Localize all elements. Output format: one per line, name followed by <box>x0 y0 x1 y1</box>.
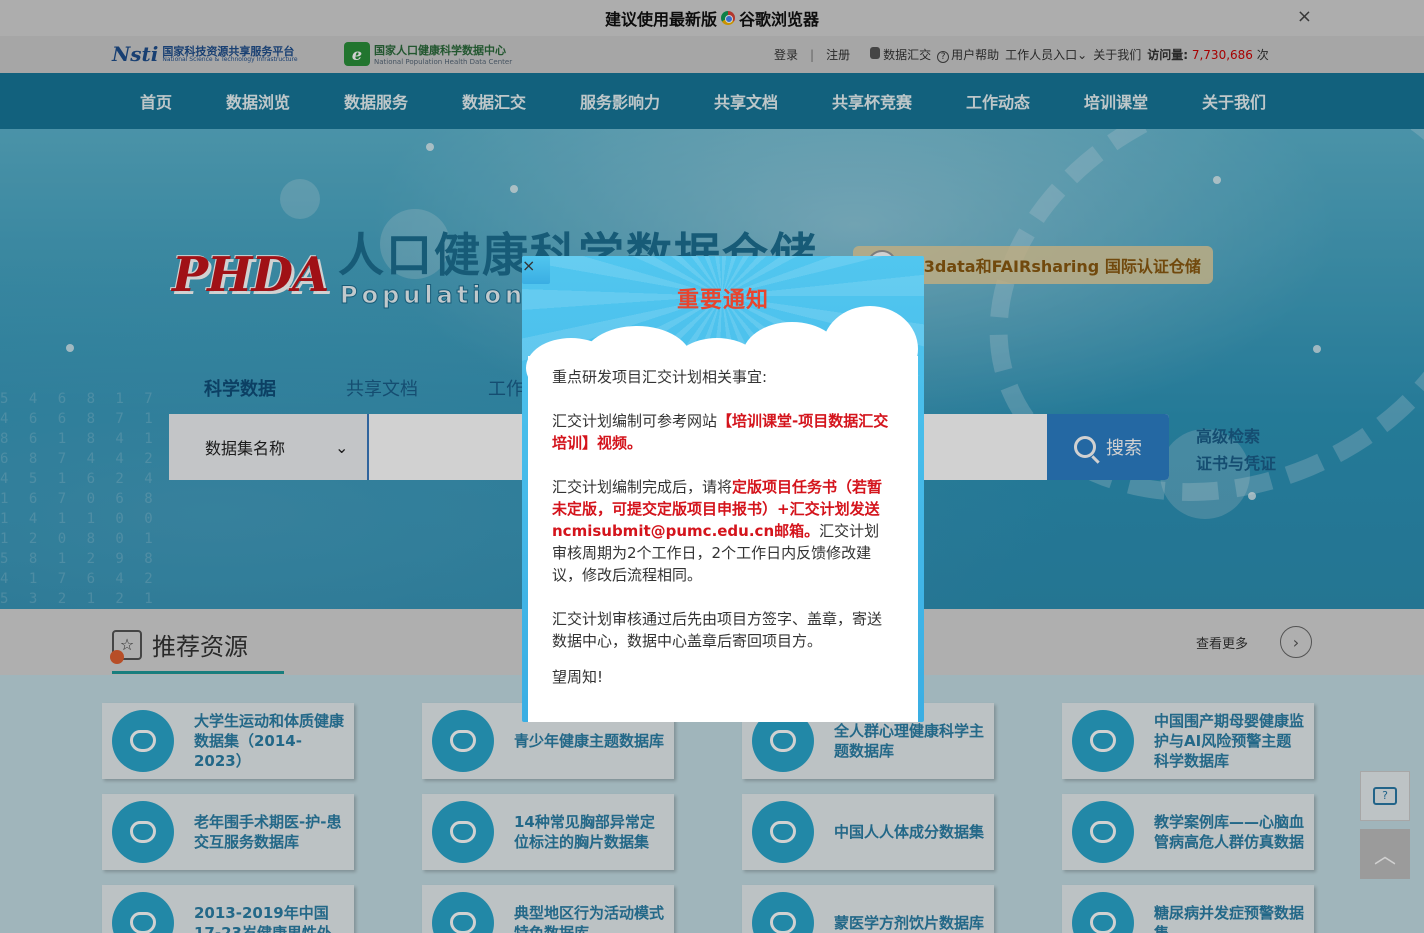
notice-paragraph: 汇交计划编制完成后，请将定版项目任务书（若暂未定版，可提交定版项目申报书）+汇交… <box>552 476 894 586</box>
notice-paragraph: 汇交计划编制可参考网站【培训课堂-项目数据汇交培训】视频。 <box>552 410 894 454</box>
modal-close-button[interactable]: × <box>522 256 550 284</box>
notice-text: 汇交计划编制可参考网站 <box>552 412 718 430</box>
notice-text: 汇交计划编制完成后，请将 <box>552 478 733 496</box>
notice-paragraph: 重点研发项目汇交计划相关事宜: <box>552 368 768 386</box>
notice-paragraph: 望周知! <box>552 668 604 686</box>
notice-body: 重点研发项目汇交计划相关事宜: 汇交计划编制可参考网站【培训课堂-项目数据汇交培… <box>528 356 918 722</box>
notice-modal: 重要通知 重点研发项目汇交计划相关事宜: 汇交计划编制可参考网站【培训课堂-项目… <box>522 256 924 722</box>
close-icon: × <box>522 256 536 275</box>
notice-paragraph: 汇交计划审核通过后先由项目方签字、盖章，寄送数据中心，数据中心盖章后寄回项目方。 <box>552 610 883 650</box>
